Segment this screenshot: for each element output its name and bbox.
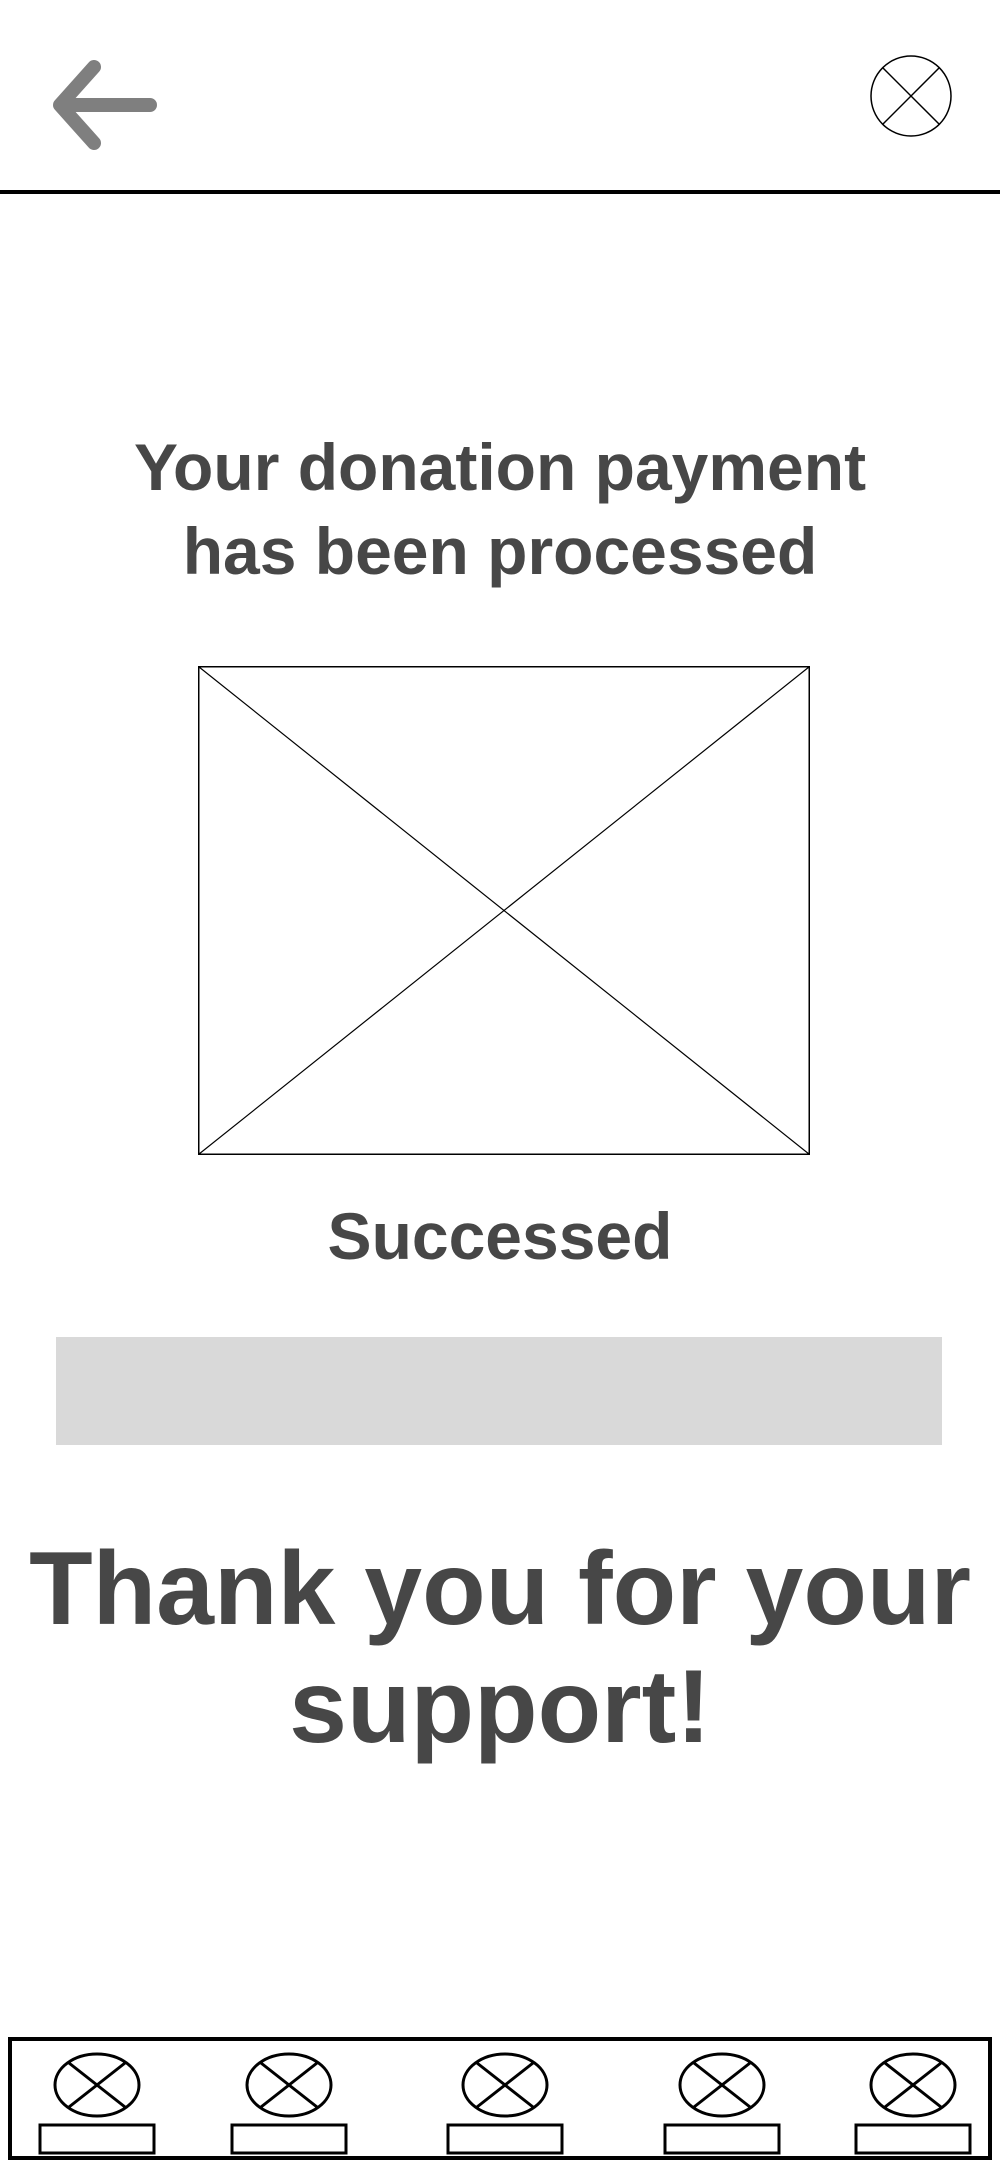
nav-item-4[interactable]: [662, 2041, 782, 2156]
placeholder-icon: [854, 2052, 972, 2155]
placeholder-icon: [446, 2052, 564, 2155]
nav-item-1[interactable]: [37, 2041, 157, 2156]
top-app-bar: [0, 0, 1000, 194]
placeholder-icon: [38, 2052, 156, 2155]
close-button[interactable]: [868, 53, 954, 139]
placeholder-bar: [56, 1337, 942, 1445]
image-placeholder: [198, 666, 810, 1155]
confirmation-heading: Your donation payment has been processed: [0, 425, 1000, 593]
thank-you-message: Thank you for your support!: [0, 1530, 1000, 1766]
image-placeholder-icon: [198, 666, 810, 1155]
thank-you-line2: support!: [289, 1649, 711, 1765]
back-button[interactable]: [50, 55, 160, 155]
placeholder-icon: [663, 2052, 781, 2155]
thank-you-line1: Thank you for your: [29, 1531, 971, 1647]
close-circle-icon: [870, 55, 952, 137]
placeholder-icon: [230, 2052, 348, 2155]
nav-item-3[interactable]: [445, 2041, 565, 2156]
status-label: Successed: [327, 1199, 673, 1273]
confirmation-heading-line1: Your donation payment: [133, 430, 867, 504]
confirmation-heading-line2: has been processed: [182, 514, 818, 588]
arrow-left-icon: [53, 60, 157, 150]
nav-item-5[interactable]: [853, 2041, 973, 2156]
nav-item-2[interactable]: [229, 2041, 349, 2156]
bottom-navigation: [8, 2037, 992, 2160]
